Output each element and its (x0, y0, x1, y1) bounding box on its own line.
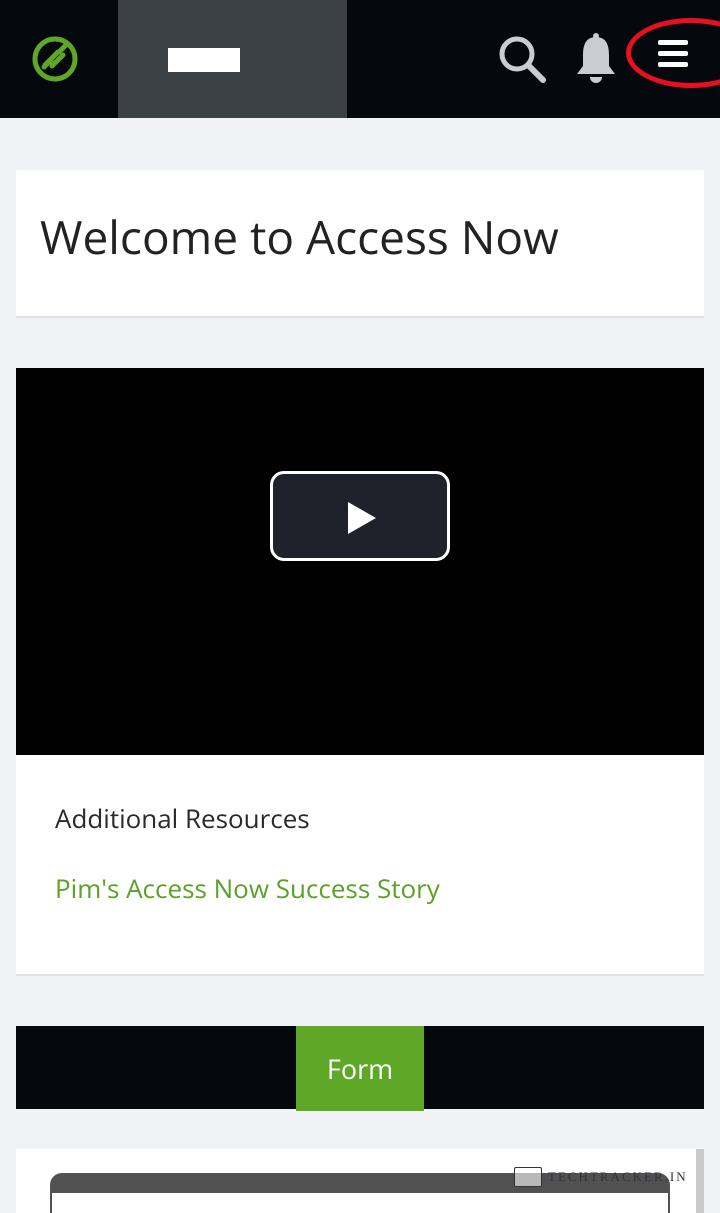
play-icon (348, 502, 376, 534)
embedded-form-body (52, 1193, 668, 1213)
bell-icon[interactable] (574, 32, 618, 84)
watermark-logo-icon (514, 1167, 542, 1187)
play-button[interactable] (270, 471, 450, 561)
watermark: TECHTRACKER.IN (514, 1166, 688, 1188)
top-navigation-bar (0, 0, 720, 118)
tab-form[interactable]: Form (296, 1026, 424, 1111)
search-icon[interactable] (496, 34, 548, 84)
watermark-text: TECHTRACKER.IN (548, 1169, 688, 1184)
redacted-tab-label (168, 48, 240, 72)
page-title: Welcome to Access Now (40, 206, 559, 268)
resources-heading: Additional Resources (55, 800, 310, 836)
access-now-logo-icon[interactable] (30, 34, 80, 84)
success-story-link[interactable]: Pim's Access Now Success Story (55, 870, 440, 906)
scrollbar[interactable] (696, 1149, 704, 1213)
resources-card (16, 755, 704, 976)
active-nav-tab[interactable] (118, 0, 347, 118)
form-tab-bar: Form (16, 1026, 704, 1111)
video-player[interactable] (16, 368, 704, 755)
menu-highlight-circle (626, 18, 720, 88)
